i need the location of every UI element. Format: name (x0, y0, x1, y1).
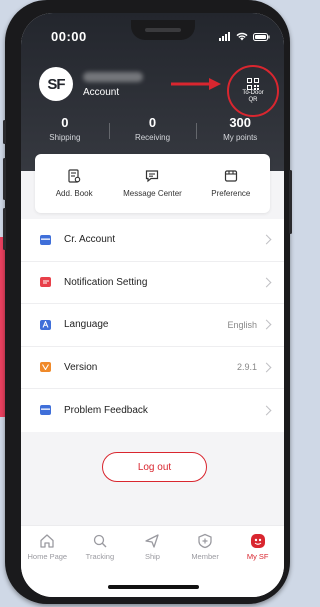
send-icon (145, 534, 160, 548)
status-time: 00:00 (51, 29, 87, 44)
menu-item-value: 2.9.1 (236, 362, 257, 373)
notification-icon (40, 277, 51, 288)
credit-card-icon (40, 234, 51, 245)
status-icons (219, 32, 270, 41)
menu-item-problem-feedback[interactable]: Problem Feedback (21, 389, 284, 432)
quick-label: Preference (211, 189, 251, 198)
language-icon (40, 319, 51, 330)
tab-my-sf[interactable]: My SF (231, 526, 284, 597)
notch (131, 20, 195, 40)
volume-up-button (3, 158, 6, 200)
signal-icon (219, 32, 230, 41)
tab-label: Home Page (27, 552, 68, 561)
quick-label: Add. Book (55, 189, 93, 198)
menu-item-label: Version (64, 361, 98, 373)
quick-label: Message Center (123, 189, 182, 198)
tab-label: Ship (144, 552, 160, 561)
power-button (289, 170, 292, 234)
account-header: 00:00 SF Account To-Door QR 0 Shipping 0… (21, 13, 284, 171)
menu-item-version[interactable]: Version 2.9.1 (21, 347, 284, 389)
account-stats: 0 Shipping 0 Receiving 300 My points (21, 115, 284, 142)
menu-item-credit-account[interactable]: Cr. Account (21, 219, 284, 262)
qr-label-line2: QR (248, 97, 258, 103)
wifi-icon (236, 32, 248, 41)
message-icon (146, 170, 159, 183)
app-screen: 00:00 SF Account To-Door QR 0 Shipping 0… (21, 13, 284, 597)
battery-icon (253, 32, 270, 41)
menu-item-notification-setting[interactable]: Notification Setting (21, 262, 284, 304)
arrow-annotation-icon (171, 78, 221, 90)
address-book-icon (68, 169, 81, 183)
mute-switch (3, 120, 6, 144)
qr-code-icon (247, 78, 259, 90)
account-id-blurred (83, 72, 143, 82)
feedback-icon (40, 405, 51, 416)
chevron-right-icon (261, 277, 272, 288)
menu-item-label: Problem Feedback (64, 404, 148, 416)
preference-button[interactable]: Preference (192, 154, 270, 213)
volume-down-button (3, 208, 6, 250)
tab-home[interactable]: Home Page (21, 526, 74, 597)
stat-label: Shipping (49, 133, 81, 142)
stat-receiving[interactable]: 0 Receiving (108, 115, 197, 142)
version-icon (40, 362, 51, 373)
tab-label: Member (191, 552, 219, 561)
stat-value: 0 (61, 115, 69, 130)
address-book-button[interactable]: Add. Book (35, 154, 113, 213)
to-door-qr-button[interactable]: To-Door QR (227, 65, 279, 117)
sf-logo: SF (39, 67, 73, 101)
stat-label: Receiving (134, 133, 171, 142)
my-sf-icon (250, 534, 265, 548)
tab-label: My SF (246, 552, 269, 561)
menu-item-label: Cr. Account (64, 234, 116, 246)
tab-label: Tracking (85, 552, 115, 561)
menu-item-label: Language (64, 319, 109, 331)
chevron-right-icon (261, 405, 272, 416)
search-icon (93, 534, 107, 548)
home-indicator (108, 585, 199, 589)
settings-menu: Cr. Account Notification Setting Languag… (21, 219, 284, 432)
logout-button[interactable]: Log out (102, 452, 207, 482)
menu-item-label: Notification Setting (64, 276, 148, 288)
stat-value: 300 (229, 115, 252, 130)
member-icon (198, 533, 212, 549)
preference-icon (224, 170, 237, 182)
qr-label-line1: To-Door (242, 90, 264, 96)
chevron-right-icon (261, 234, 272, 245)
quick-actions: Add. Book Message Center Preference (35, 154, 270, 213)
stat-label: My points (223, 133, 258, 142)
message-center-button[interactable]: Message Center (113, 154, 191, 213)
chevron-right-icon (261, 319, 272, 330)
stat-shipping[interactable]: 0 Shipping (21, 115, 109, 142)
chevron-right-icon (261, 362, 272, 373)
stat-points[interactable]: 300 My points (196, 115, 284, 142)
menu-item-language[interactable]: Language English (21, 304, 284, 347)
phone-frame: 00:00 SF Account To-Door QR 0 Shipping 0… (3, 0, 292, 604)
home-icon (40, 534, 54, 548)
account-label: Account (83, 87, 120, 98)
stat-value: 0 (148, 115, 157, 130)
menu-item-value: English (227, 319, 257, 330)
qr-label: To-Door QR (242, 90, 263, 104)
